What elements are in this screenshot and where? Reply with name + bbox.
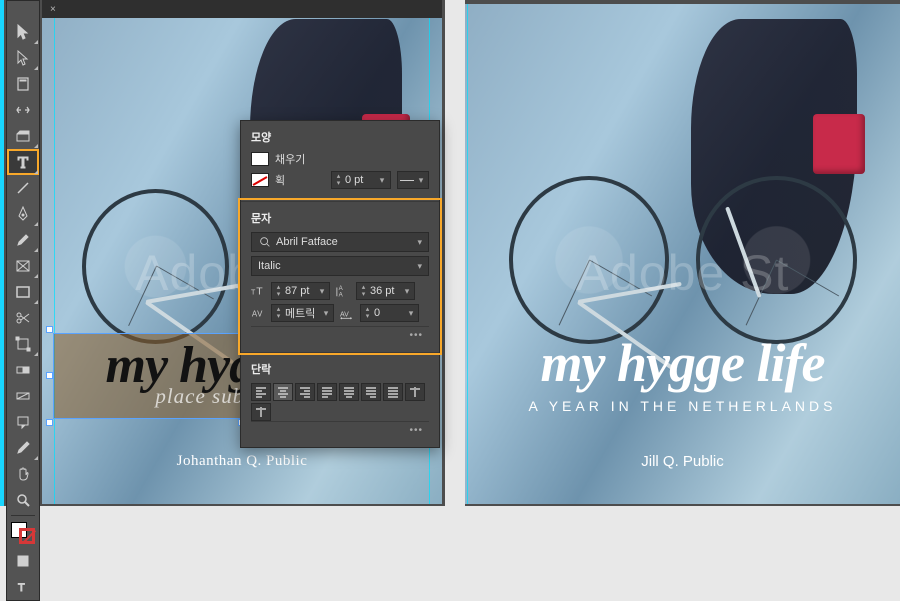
align-left-button[interactable] xyxy=(251,383,271,401)
title-block: my hygge life A YEAR IN THE NETHERLANDS xyxy=(465,332,900,414)
font-family-select[interactable]: Abril Fatface ▾ xyxy=(251,232,429,252)
align-spine-button[interactable] xyxy=(405,383,425,401)
gradient-swatch-tool[interactable] xyxy=(7,357,39,383)
font-size-field[interactable]: ▴▾ ▾ xyxy=(271,282,330,300)
leading-field[interactable]: ▴▾ ▾ xyxy=(356,282,415,300)
leading-icon: AA xyxy=(336,284,350,298)
chevron-down-icon: ▾ xyxy=(321,308,331,319)
right-document-canvas[interactable]: Adobe St my hygge life A YEAR IN THE NET… xyxy=(465,4,900,504)
stroke-label: 획 xyxy=(275,172,285,188)
guide-vertical[interactable] xyxy=(54,4,55,504)
guide-vertical[interactable] xyxy=(467,4,468,504)
justify-left-button[interactable] xyxy=(317,383,337,401)
chevron-down-icon[interactable]: ▾ xyxy=(416,175,426,186)
align-center-button[interactable] xyxy=(273,383,293,401)
tools-panel: T xyxy=(6,0,40,601)
justify-right-button[interactable] xyxy=(361,383,381,401)
free-transform-tool[interactable] xyxy=(7,331,39,357)
kerning-icon: AV xyxy=(251,306,265,320)
paragraph-heading: 단락 xyxy=(251,361,429,377)
justify-all-button[interactable] xyxy=(383,383,403,401)
direct-selection-tool[interactable] xyxy=(7,45,39,71)
character-section: 문자 Abril Fatface ▾ Italic ▾ TT ▴▾ ▾ A xyxy=(241,201,439,352)
chevron-down-icon: ▾ xyxy=(406,308,416,319)
align-away-spine-button[interactable] xyxy=(251,403,271,421)
stroke-style-field[interactable]: ▾ xyxy=(397,171,429,189)
rectangle-frame-tool[interactable] xyxy=(7,253,39,279)
leading-input[interactable] xyxy=(370,285,400,297)
formatting-text-icon[interactable]: T xyxy=(7,574,39,600)
align-right-button[interactable] xyxy=(295,383,315,401)
tracking-input[interactable] xyxy=(374,307,404,319)
fill-label: 채우기 xyxy=(275,151,305,167)
font-family-value: Abril Fatface xyxy=(276,236,338,248)
subtitle-text: A YEAR IN THE NETHERLANDS xyxy=(465,398,900,414)
hand-tool[interactable] xyxy=(7,461,39,487)
stroke-swatch[interactable] xyxy=(251,173,269,187)
svg-text:V: V xyxy=(257,310,263,319)
font-style-select[interactable]: Italic ▾ xyxy=(251,256,429,276)
font-style-value: Italic xyxy=(258,260,281,272)
gap-tool[interactable] xyxy=(7,97,39,123)
font-size-input[interactable] xyxy=(285,285,315,297)
font-size-icon: TT xyxy=(251,284,265,298)
line-tool[interactable] xyxy=(7,175,39,201)
tab-close-icon[interactable]: × xyxy=(50,4,56,15)
appearance-section: 모양 채우기 획 ▴▾ ▾ ▾ xyxy=(241,121,439,201)
document-tab-bar: × xyxy=(42,0,442,18)
search-icon xyxy=(258,235,272,249)
formatting-container-icon[interactable] xyxy=(7,548,39,574)
character-heading: 문자 xyxy=(251,210,429,226)
type-tool[interactable] xyxy=(7,149,39,175)
step-up-icon: ▴ xyxy=(334,173,343,180)
eyedropper-tool[interactable] xyxy=(7,435,39,461)
chevron-down-icon[interactable]: ▾ xyxy=(377,175,387,186)
more-options-icon[interactable]: ••• xyxy=(409,425,423,436)
pencil-tool[interactable] xyxy=(7,227,39,253)
kerning-input[interactable] xyxy=(285,307,319,319)
stroke-weight-input[interactable] xyxy=(345,174,375,186)
chevron-down-icon[interactable]: ▾ xyxy=(417,261,422,272)
fill-stroke-swatch[interactable] xyxy=(9,522,37,544)
author-text[interactable]: Johanthan Q. Public xyxy=(42,453,442,470)
appearance-heading: 모양 xyxy=(251,129,429,145)
tracking-field[interactable]: ▴▾ ▾ xyxy=(360,304,419,322)
chevron-down-icon[interactable]: ▾ xyxy=(417,237,422,248)
selection-tool[interactable] xyxy=(7,19,39,45)
page-tool[interactable] xyxy=(7,71,39,97)
tracking-icon: AV xyxy=(340,306,354,320)
more-options-icon[interactable]: ••• xyxy=(409,330,423,341)
title-text: my hygge life xyxy=(465,332,900,394)
chevron-down-icon: ▾ xyxy=(402,286,412,297)
app-edge-highlight xyxy=(0,0,4,506)
properties-panel: 모양 채우기 획 ▴▾ ▾ ▾ 문자 xyxy=(240,120,440,448)
note-tool[interactable] xyxy=(7,409,39,435)
svg-text:T: T xyxy=(18,582,25,594)
gradient-feather-tool[interactable] xyxy=(7,383,39,409)
rectangle-tool[interactable] xyxy=(7,279,39,305)
pen-tool[interactable] xyxy=(7,201,39,227)
photo-bicycle xyxy=(509,144,857,344)
author-text: Jill Q. Public xyxy=(465,453,900,470)
justify-center-button[interactable] xyxy=(339,383,359,401)
svg-text:T: T xyxy=(251,290,256,297)
kerning-field[interactable]: ▴▾ ▾ xyxy=(271,304,334,322)
stroke-weight-field[interactable]: ▴▾ ▾ xyxy=(331,171,391,189)
svg-text:T: T xyxy=(256,286,263,298)
paragraph-section: 단락 ••• xyxy=(241,352,439,447)
chevron-down-icon: ▾ xyxy=(317,286,327,297)
fill-swatch[interactable] xyxy=(251,152,269,166)
content-collector-tool[interactable] xyxy=(7,123,39,149)
scissors-tool[interactable] xyxy=(7,305,39,331)
step-down-icon: ▾ xyxy=(334,180,343,187)
zoom-tool[interactable] xyxy=(7,487,39,513)
svg-text:A: A xyxy=(339,291,344,298)
